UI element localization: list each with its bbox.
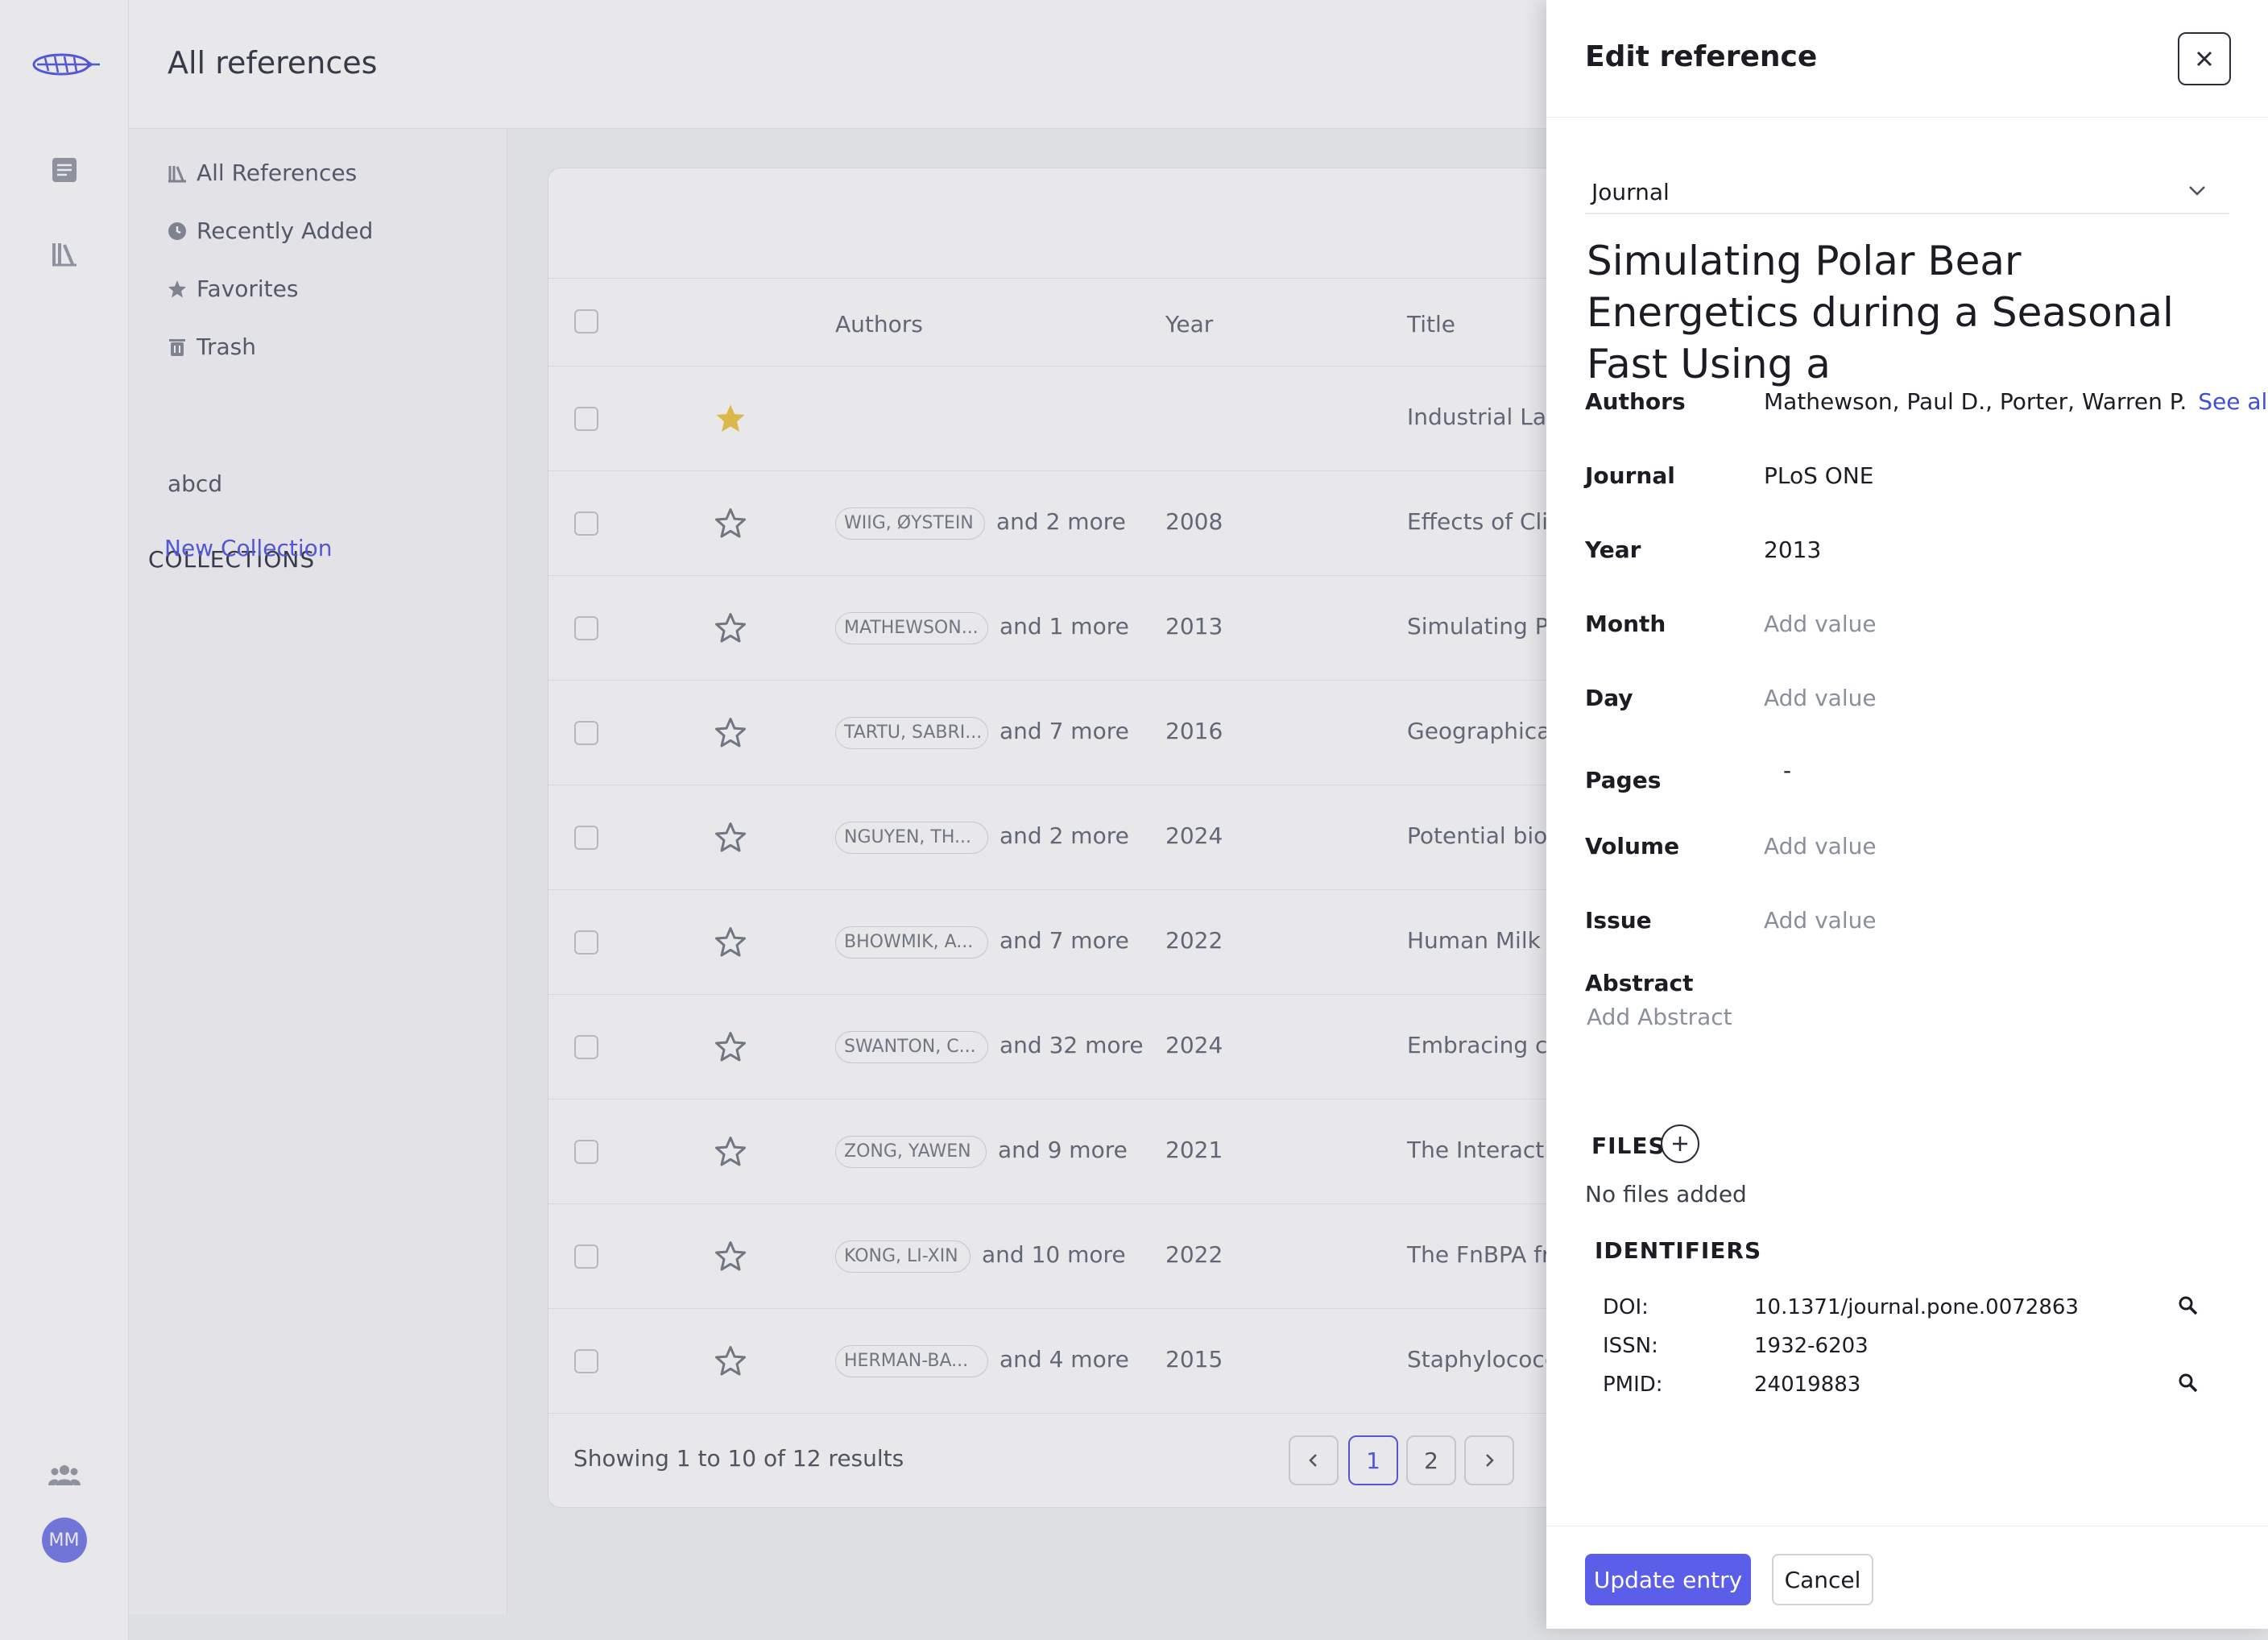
no-files-text: No files added bbox=[1585, 1181, 1747, 1207]
abstract-field[interactable]: Add Abstract bbox=[1587, 1004, 1732, 1030]
plus-icon bbox=[1670, 1134, 1690, 1153]
identifiers-heading: IDENTIFIERS bbox=[1595, 1237, 1762, 1264]
issn-value[interactable]: 1932-6203 bbox=[1754, 1334, 1869, 1358]
search-icon[interactable] bbox=[2178, 1373, 2199, 1394]
journal-field[interactable]: PLoS ONE bbox=[1764, 462, 1873, 489]
panel-title: Edit reference bbox=[1585, 40, 1818, 73]
year-label: Year bbox=[1585, 536, 1641, 563]
abstract-label: Abstract bbox=[1585, 970, 1694, 996]
journal-label: Journal bbox=[1585, 462, 1675, 489]
volume-label: Volume bbox=[1585, 833, 1680, 859]
panel-header: Edit reference bbox=[1546, 0, 2268, 118]
reference-type-value: Journal bbox=[1591, 179, 1670, 205]
close-icon bbox=[2193, 48, 2216, 70]
pages-label: Pages bbox=[1585, 767, 1662, 793]
add-file-button[interactable] bbox=[1661, 1124, 1699, 1163]
day-label: Day bbox=[1585, 685, 1633, 711]
volume-field[interactable]: Add value bbox=[1764, 833, 1877, 859]
month-label: Month bbox=[1585, 611, 1666, 637]
authors-text: Mathewson, Paul D., Porter, Warren P. bbox=[1764, 388, 2187, 415]
pmid-label: PMID: bbox=[1603, 1373, 1663, 1397]
authors-value[interactable]: Mathewson, Paul D., Porter, Warren P. See… bbox=[1764, 388, 2268, 415]
cancel-button[interactable]: Cancel bbox=[1772, 1554, 1873, 1605]
update-entry-button[interactable]: Update entry bbox=[1585, 1554, 1751, 1605]
pages-field[interactable]: - bbox=[1783, 757, 1791, 784]
doi-label: DOI: bbox=[1603, 1295, 1649, 1319]
month-field[interactable]: Add value bbox=[1764, 611, 1877, 637]
doi-value[interactable]: 10.1371/journal.pone.0072863 bbox=[1754, 1295, 2079, 1319]
issn-label: ISSN: bbox=[1603, 1334, 1658, 1358]
issue-field[interactable]: Add value bbox=[1764, 907, 1877, 934]
search-icon[interactable] bbox=[2178, 1295, 2199, 1316]
files-heading: FILES bbox=[1591, 1133, 1666, 1159]
year-field[interactable]: 2013 bbox=[1764, 536, 1821, 563]
close-button[interactable] bbox=[2178, 32, 2231, 85]
panel-footer: Update entry Cancel bbox=[1546, 1526, 2268, 1629]
issue-label: Issue bbox=[1585, 907, 1652, 934]
see-all-authors-link[interactable]: See all bbox=[2198, 388, 2268, 415]
edit-reference-panel: Edit reference Journal Simulating Polar … bbox=[1546, 0, 2268, 1629]
reference-type-select[interactable]: Journal bbox=[1585, 169, 2229, 214]
chevron-down-icon bbox=[2186, 179, 2208, 201]
authors-label: Authors bbox=[1585, 388, 1686, 415]
pmid-value[interactable]: 24019883 bbox=[1754, 1373, 1860, 1397]
reference-title-input[interactable]: Simulating Polar Bear Energetics during … bbox=[1587, 235, 2223, 390]
day-field[interactable]: Add value bbox=[1764, 685, 1877, 711]
